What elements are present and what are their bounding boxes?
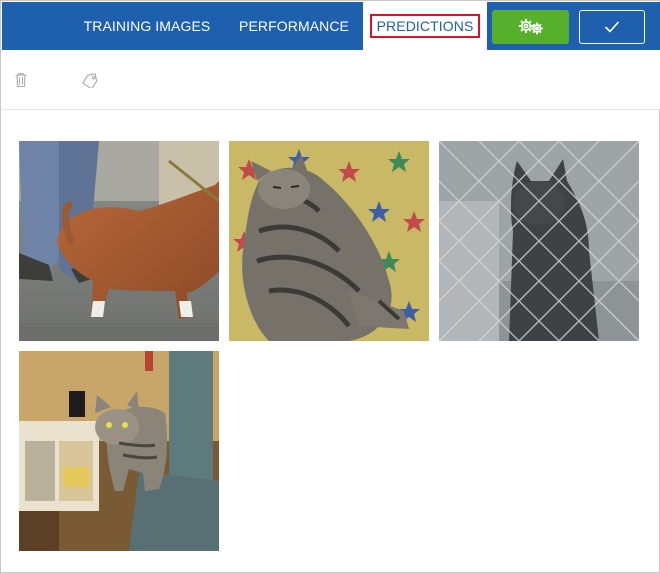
tab-performance-label: PERFORMANCE (239, 18, 349, 34)
cat-photo (439, 141, 639, 341)
image-thumbnail-cat[interactable] (19, 351, 219, 551)
tab-training-images-label: TRAINING IMAGES (83, 18, 211, 34)
image-thumbnail-dog[interactable] (19, 141, 219, 341)
image-toolbar (2, 50, 660, 110)
tag-button[interactable] (80, 70, 100, 90)
train-button[interactable] (492, 10, 569, 44)
done-button[interactable] (579, 10, 645, 44)
tab-performance[interactable]: PERFORMANCE (234, 2, 354, 50)
checkmark-icon (605, 21, 619, 33)
tab-training-images[interactable]: TRAINING IMAGES (80, 2, 214, 50)
trash-icon (15, 72, 27, 88)
gears-icon (518, 18, 543, 35)
tab-predictions[interactable]: PREDICTIONS (363, 2, 487, 50)
image-thumbnail-cat[interactable] (229, 141, 429, 341)
prediction-image-grid (19, 141, 649, 561)
app-window: TRAINING IMAGES PERFORMANCE PREDICTIONS (0, 0, 660, 573)
image-thumbnail-cat[interactable] (439, 141, 639, 341)
cat-photo (229, 141, 429, 341)
header-bar: TRAINING IMAGES PERFORMANCE PREDICTIONS (2, 2, 660, 50)
dog-photo (19, 141, 219, 341)
cat-photo (19, 351, 219, 551)
delete-button[interactable] (11, 70, 31, 90)
tag-icon (82, 73, 98, 88)
tab-predictions-label: PREDICTIONS (369, 14, 481, 38)
